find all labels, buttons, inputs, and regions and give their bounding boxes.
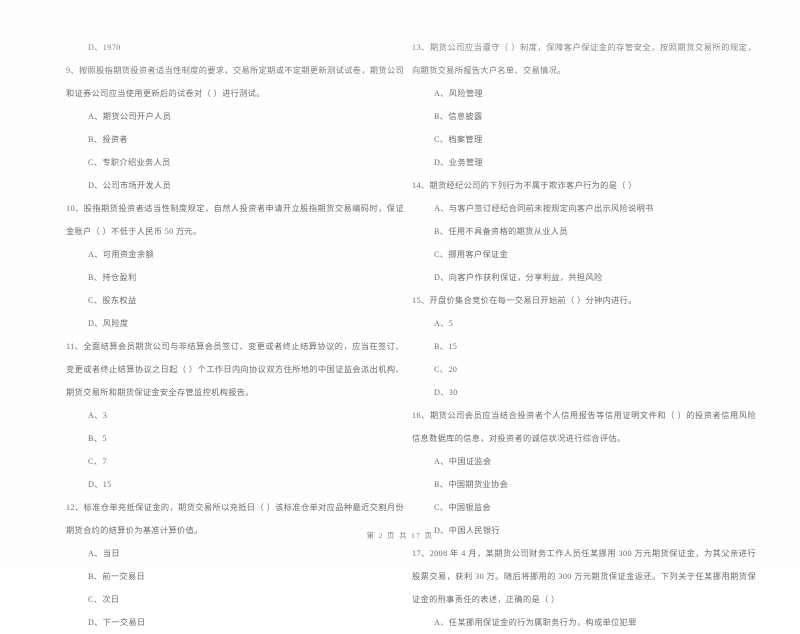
question-11-option-c[interactable]: C、7 [66,450,404,473]
question-16-option-c[interactable]: C、中国银监会 [412,496,756,519]
question-11-option-a[interactable]: A、3 [66,404,404,427]
question-16-option-a[interactable]: A、中国证监会 [412,450,756,473]
question-16-option-b[interactable]: B、中国期货业协会 [412,473,756,496]
question-9-option-c[interactable]: C、专职介绍业务人员 [66,151,404,174]
question-11: 11、全面结算会员期货公司与非结算会员签订、变更或者终止结算协议的，应当在签订、… [66,335,404,496]
question-12-option-a[interactable]: A、当日 [66,542,404,565]
question-14-option-c[interactable]: C、挪用客户保证金 [412,243,756,266]
question-10: 10、股指期货投资者适当性制度规定，自然人投资者申请开立股指期货交易编码时，保证… [66,197,404,335]
question-15-option-b[interactable]: B、15 [412,335,756,358]
question-15: 15、开盘价集合竞价在每一交易日开始前（ ）分钟内进行。 A、5 B、15 C、… [412,289,756,404]
question-11-option-d[interactable]: D、15 [66,473,404,496]
question-16-stem: 16、期货公司会员应当结合投资者个人信用报告等信用证明文件和（ ）的投资者信用风… [412,411,756,443]
question-14-option-a[interactable]: A、与客户签订经纪合同前未按规定向客户出示风险说明书 [412,197,756,220]
question-15-option-a[interactable]: A、5 [412,312,756,335]
question-10-option-b[interactable]: B、持仓盈利 [66,266,404,289]
document-page: D、1970 9、按照股指期货投资者适当性制度的要求，交易所定期或不定期更新测试… [0,0,800,627]
question-9-option-d[interactable]: D、公司市场开发人员 [66,174,404,197]
question-13-option-b[interactable]: B、信息披露 [412,105,756,128]
question-13-stem: 13、期货公司应当遵守（ ）制度，保障客户保证金的存管安全，按照期货交易所的规定… [412,43,756,75]
question-13-option-c[interactable]: C、档案管理 [412,128,756,151]
question-13: 13、期货公司应当遵守（ ）制度，保障客户保证金的存管安全，按照期货交易所的规定… [412,36,756,174]
left-column: D、1970 9、按照股指期货投资者适当性制度的要求，交易所定期或不定期更新测试… [66,36,404,634]
question-12-option-b[interactable]: B、前一交易日 [66,565,404,588]
question-9-stem: 9、按照股指期货投资者适当性制度的要求，交易所定期或不定期更新测试试卷，期货公司… [66,66,404,98]
two-column-body: D、1970 9、按照股指期货投资者适当性制度的要求，交易所定期或不定期更新测试… [0,0,800,627]
question-16: 16、期货公司会员应当结合投资者个人信用报告等信用证明文件和（ ）的投资者信用风… [412,404,756,542]
right-column: 13、期货公司应当遵守（ ）制度，保障客户保证金的存管安全，按照期货交易所的规定… [412,36,756,634]
question-12-option-d[interactable]: D、下一交易日 [66,611,404,634]
question-10-option-c[interactable]: C、股东权益 [66,289,404,312]
orphan-option-d: D、1970 [88,43,121,52]
page-footer: 第 2 页 共 17 页 [366,531,434,540]
question-14-option-d[interactable]: D、向客户作获利保证，分享利益，共担风险 [412,266,756,289]
question-14-option-b[interactable]: B、任用不具备资格的期货从业人员 [412,220,756,243]
question-11-option-b[interactable]: B、5 [66,427,404,450]
question-13-option-d[interactable]: D、业务管理 [412,151,756,174]
question-11-stem: 11、全面结算会员期货公司与非结算会员签订、变更或者终止结算协议的，应当在签订、… [66,342,404,397]
question-12: 12、标准仓单充抵保证金的，期货交易所以充抵日（ ）该标准仓单对应品种最近交割月… [66,496,404,634]
question-9: 9、按照股指期货投资者适当性制度的要求，交易所定期或不定期更新测试试卷，期货公司… [66,59,404,197]
question-10-option-a[interactable]: A、可用资金余额 [66,243,404,266]
question-17: 17、2008 年 4 月，某期货公司财务工作人员任某挪用 300 万元期货保证… [412,542,756,634]
question-15-option-c[interactable]: C、20 [412,358,756,381]
question-17-stem: 17、2008 年 4 月，某期货公司财务工作人员任某挪用 300 万元期货保证… [412,549,756,604]
question-17-option-a[interactable]: A、任某挪用保证金的行为属职务行为，构成单位犯罪 [412,611,756,634]
question-13-option-a[interactable]: A、风险管理 [412,82,756,105]
question-14-stem: 14、期货经纪公司的下列行为不属于欺诈客户行为的是（ ） [412,181,637,190]
question-10-option-d[interactable]: D、风险度 [66,312,404,335]
question-15-option-d[interactable]: D、30 [412,381,756,404]
question-9-option-b[interactable]: B、投资者 [66,128,404,151]
question-9-option-a[interactable]: A、期货公司开户人员 [66,105,404,128]
question-12-option-c[interactable]: C、次日 [66,588,404,611]
question-15-stem: 15、开盘价集合竞价在每一交易日开始前（ ）分钟内进行。 [412,296,637,305]
question-10-stem: 10、股指期货投资者适当性制度规定，自然人投资者申请开立股指期货交易编码时，保证… [66,204,404,236]
question-14: 14、期货经纪公司的下列行为不属于欺诈客户行为的是（ ） A、与客户签订经纪合同… [412,174,756,289]
